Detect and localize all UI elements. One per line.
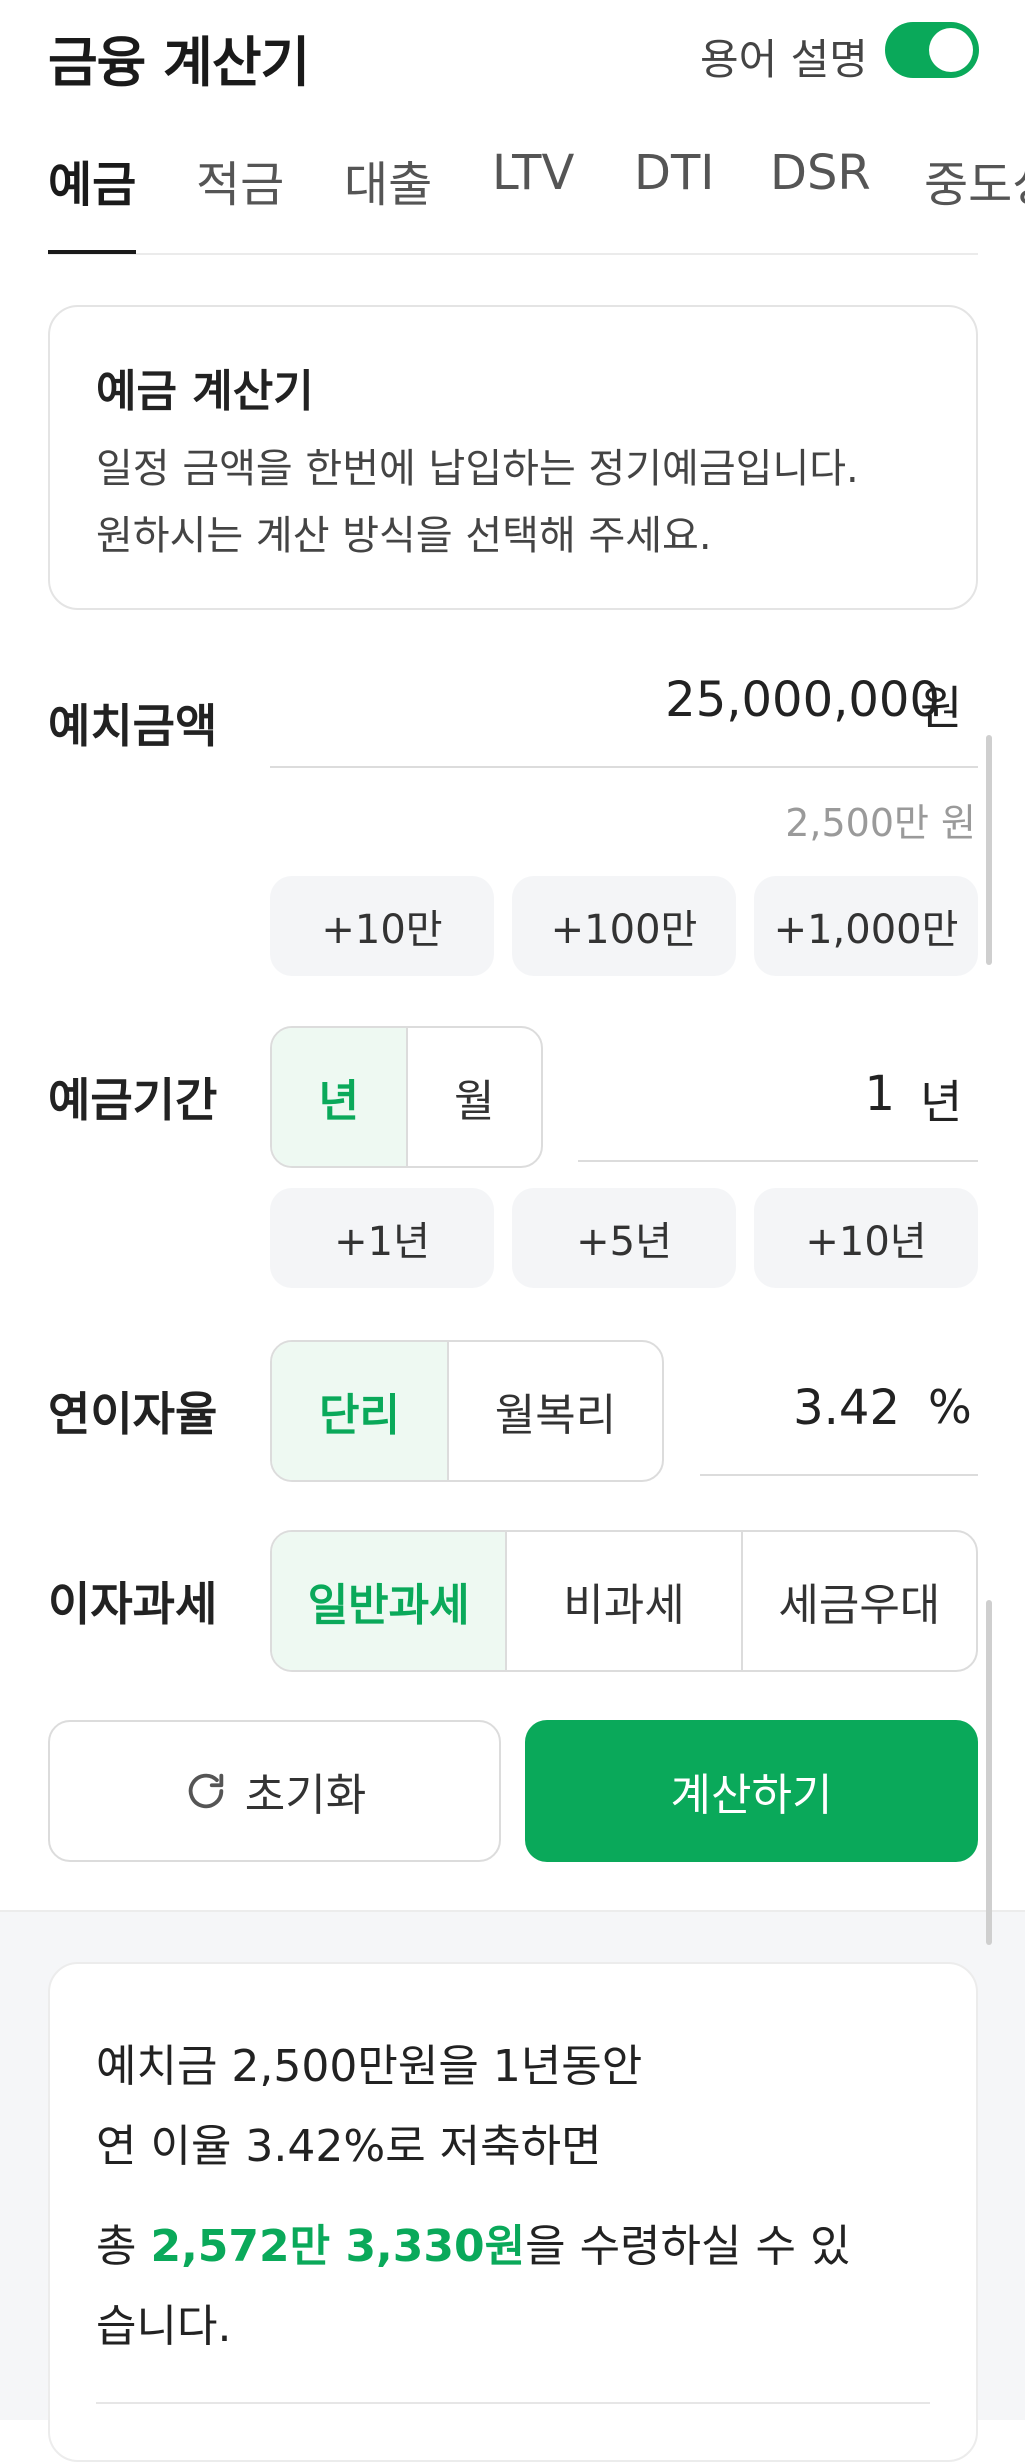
deposit-amount-input[interactable]: 25,000,000 xyxy=(600,672,940,728)
result-total-suffix: 을 수령하실 수 있 xyxy=(525,2221,851,2272)
result-line3: 총 2,572만 3,330원을 수령하실 수 있 xyxy=(96,2210,850,2274)
app-title: 금융 계산기 xyxy=(48,31,310,94)
interest-rate-unit: % xyxy=(928,1380,972,1434)
reset-button[interactable]: 초기화 xyxy=(48,1720,501,1862)
deposit-period-label: 예금기간 xyxy=(48,1073,218,1127)
calculate-button[interactable]: 계산하기 xyxy=(525,1720,978,1862)
refresh-icon xyxy=(188,1773,224,1809)
tab-deposit[interactable]: 예금 xyxy=(48,145,136,215)
add-100k-button[interactable]: +10만 xyxy=(270,876,494,976)
tax-type-segment: 일반과세 비과세 세금우대 xyxy=(270,1530,978,1672)
add-1m-button[interactable]: +100만 xyxy=(512,876,736,976)
period-unit: 년 xyxy=(920,1075,963,1129)
calculate-button-label: 계산하기 xyxy=(670,1770,833,1821)
general-tax-option[interactable]: 일반과세 xyxy=(272,1532,508,1670)
interest-rate-underline xyxy=(700,1474,978,1476)
period-input[interactable]: 1 xyxy=(760,1066,895,1122)
add-10m-button[interactable]: +1,000만 xyxy=(754,876,978,976)
interest-type-segment: 단리 월복리 xyxy=(270,1340,664,1482)
result-total-amount: 2,572만 3,330원 xyxy=(150,2221,526,2272)
scrollbar-upper[interactable] xyxy=(986,735,992,965)
period-month-option[interactable]: 월 xyxy=(408,1028,542,1166)
term-explanation-label: 용어 설명 xyxy=(700,35,868,84)
deposit-amount-label: 예치금액 xyxy=(48,699,218,753)
tab-ltv[interactable]: LTV xyxy=(492,145,574,201)
result-total-prefix: 총 xyxy=(96,2221,151,2272)
reset-button-label: 초기화 xyxy=(244,1770,367,1821)
deposit-amount-underline xyxy=(270,766,978,768)
info-description-line2: 원하시는 계산 방식을 선택해 주세요. xyxy=(96,513,712,559)
calculator-tabs: 예금 적금 대출 LTV DTI DSR 중도상 xyxy=(0,145,1025,255)
period-unit-segment: 년 월 xyxy=(270,1026,543,1168)
toggle-knob xyxy=(929,28,973,72)
info-description-line1: 일정 금액을 한번에 납입하는 정기예금입니다. xyxy=(96,446,859,492)
monthly-compound-option[interactable]: 월복리 xyxy=(449,1342,662,1480)
tax-free-option[interactable]: 비과세 xyxy=(507,1532,743,1670)
add-5-year-button[interactable]: +5년 xyxy=(512,1188,736,1288)
scrollbar-lower[interactable] xyxy=(986,1600,992,1945)
interest-tax-label: 이자과세 xyxy=(48,1577,218,1631)
result-line4: 습니다. xyxy=(96,2301,232,2352)
tab-dsr[interactable]: DSR xyxy=(770,145,871,201)
tab-loan[interactable]: 대출 xyxy=(344,145,432,215)
term-explanation-toggle[interactable] xyxy=(885,22,979,78)
deposit-amount-unit: 원 xyxy=(920,681,963,735)
tabs-divider xyxy=(48,253,978,255)
simple-interest-option[interactable]: 단리 xyxy=(272,1342,449,1480)
tax-preferential-option[interactable]: 세금우대 xyxy=(743,1532,976,1670)
tab-prepayment[interactable]: 중도상 xyxy=(924,145,1025,215)
result-line2: 연 이율 3.42%로 저축하면 xyxy=(96,2121,602,2172)
info-title: 예금 계산기 xyxy=(96,366,314,417)
interest-rate-input[interactable]: 3.42 xyxy=(700,1380,900,1436)
add-10-year-button[interactable]: +10년 xyxy=(754,1188,978,1288)
period-year-option[interactable]: 년 xyxy=(272,1028,408,1166)
result-line1: 예치금 2,500만원을 1년동안 xyxy=(96,2041,643,2092)
add-1-year-button[interactable]: +1년 xyxy=(270,1188,494,1288)
result-divider xyxy=(96,2402,930,2404)
interest-rate-label: 연이자율 xyxy=(48,1387,218,1441)
deposit-amount-korean: 2,500만 원 xyxy=(785,801,976,845)
active-tab-indicator xyxy=(48,250,136,254)
tab-dti[interactable]: DTI xyxy=(634,145,714,201)
period-underline xyxy=(578,1160,978,1162)
tab-savings[interactable]: 적금 xyxy=(196,145,284,215)
